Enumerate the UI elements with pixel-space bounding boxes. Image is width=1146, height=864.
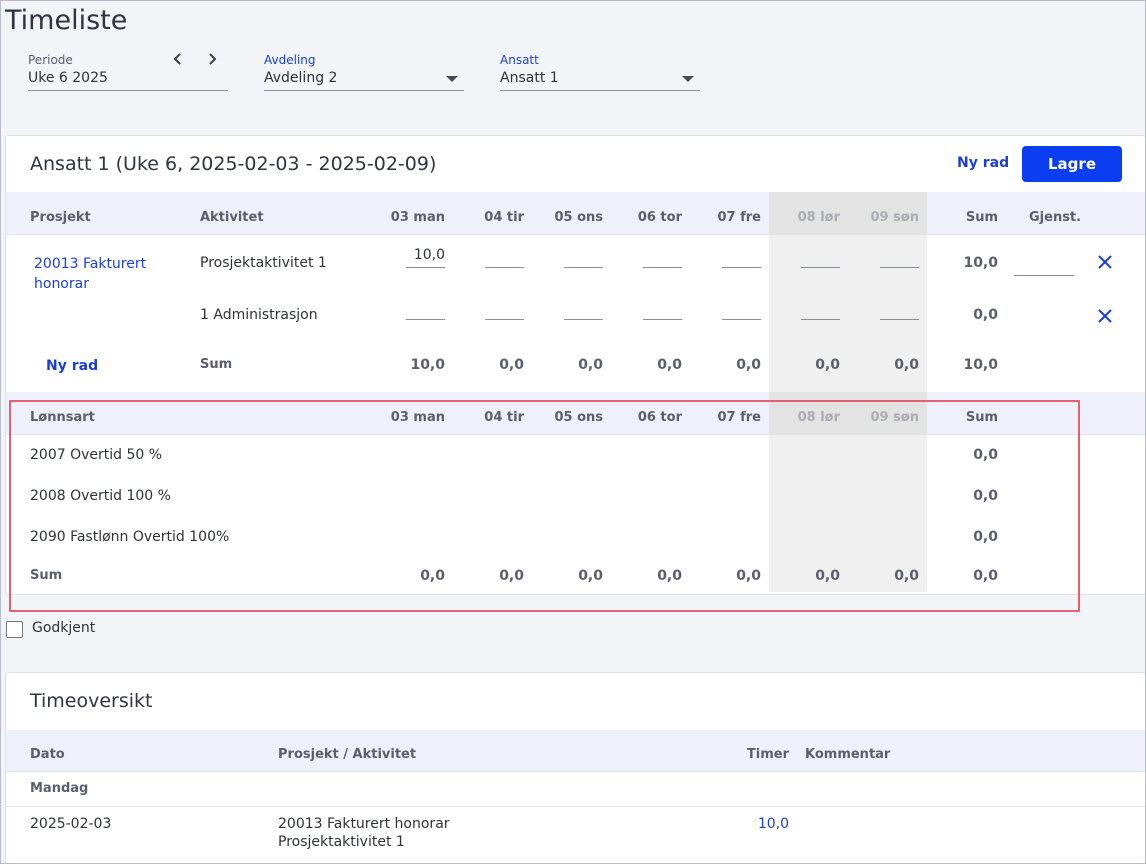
periode-underline <box>28 90 228 91</box>
ansatt-label: Ansatt <box>500 53 539 67</box>
hours-input[interactable] <box>643 267 682 268</box>
ansatt-select[interactable]: Ansatt 1 <box>500 70 559 86</box>
approved-label: Godkjent <box>32 620 96 636</box>
day-sum: 0,0 <box>894 357 919 373</box>
hours-input[interactable] <box>722 267 761 268</box>
overview-header <box>6 730 1145 772</box>
caret-down-icon[interactable] <box>682 76 694 82</box>
hours-input[interactable] <box>801 319 840 320</box>
hours-input[interactable] <box>564 319 603 320</box>
caret-down-icon[interactable] <box>446 76 458 82</box>
periode-value[interactable]: Uke 6 2025 <box>28 70 108 86</box>
overview-title: Timeoversikt <box>30 690 153 712</box>
row-sum: 0,0 <box>973 307 998 323</box>
col-hours: Timer <box>746 747 789 762</box>
hours-input[interactable] <box>564 267 603 268</box>
page-title: Timeliste <box>5 5 128 36</box>
day-sum: 0,0 <box>499 357 524 373</box>
total-sum: 10,0 <box>963 357 998 373</box>
col-remaining: Gjenst. <box>1029 210 1082 225</box>
avdeling-select[interactable]: Avdeling 2 <box>264 70 337 86</box>
day-group-label: Mandag <box>30 781 89 796</box>
new-row-button[interactable]: Ny rad <box>957 155 1009 171</box>
col-day: 07 fre <box>717 210 761 225</box>
highlight-box <box>9 400 1080 612</box>
approved-checkbox[interactable] <box>6 621 23 638</box>
project-link[interactable]: 20013 Fakturert honorar <box>34 254 174 294</box>
row-sum: 10,0 <box>963 255 998 271</box>
app-window: Timeliste Periode Uke 6 2025 Avdeling Av… <box>0 0 1146 864</box>
col-project: Prosjekt <box>30 210 91 225</box>
avdeling-label: Avdeling <box>264 53 316 67</box>
day-sum: 0,0 <box>657 357 682 373</box>
activity-name: 1 Administrasjon <box>200 307 318 323</box>
entry-activity: Prosjektaktivitet 1 <box>278 834 405 850</box>
overview-card: Timeoversikt Dato Prosjekt / Aktivitet T… <box>5 672 1145 863</box>
sum-label: Sum <box>200 357 233 372</box>
hours-input[interactable] <box>880 267 919 268</box>
activity-name: Prosjektaktivitet 1 <box>200 255 327 271</box>
hours-input[interactable] <box>801 267 840 268</box>
hours-input[interactable] <box>485 319 524 320</box>
hours-input[interactable] <box>880 319 919 320</box>
ansatt-underline <box>500 90 700 91</box>
hours-input[interactable]: 10,0 <box>406 247 445 263</box>
day-sum: 0,0 <box>736 357 761 373</box>
periode-label: Periode <box>28 53 73 67</box>
col-date: Dato <box>30 747 65 762</box>
hours-input[interactable] <box>485 267 524 268</box>
entry-date: 2025-02-03 <box>30 816 112 832</box>
new-row-link[interactable]: Ny rad <box>46 358 98 374</box>
save-button[interactable]: Lagre <box>1022 146 1122 182</box>
col-day-weekend: 08 lør <box>797 210 840 225</box>
col-activity: Aktivitet <box>200 210 264 225</box>
col-day: 04 tir <box>484 210 524 225</box>
col-project-activity: Prosjekt / Aktivitet <box>278 747 417 762</box>
col-day-weekend: 09 søn <box>870 210 919 225</box>
hours-input[interactable] <box>643 319 682 320</box>
timesheet-title: Ansatt 1 (Uke 6, 2025-02-03 - 2025-02-09… <box>30 153 437 175</box>
hours-input[interactable] <box>406 319 445 320</box>
close-icon[interactable] <box>1097 308 1113 328</box>
entry-hours-link[interactable]: 10,0 <box>719 816 789 832</box>
chevron-right-icon[interactable] <box>205 52 219 66</box>
chevron-left-icon[interactable] <box>171 52 185 66</box>
remaining-input[interactable] <box>1014 275 1074 276</box>
col-comment: Kommentar <box>805 747 891 762</box>
col-day: 05 ons <box>554 210 603 225</box>
col-day: 03 man <box>390 210 445 225</box>
day-sum: 0,0 <box>815 357 840 373</box>
col-day: 06 tor <box>637 210 682 225</box>
divider <box>6 806 1145 807</box>
hours-input-line[interactable] <box>406 267 445 268</box>
col-sum: Sum <box>965 210 998 225</box>
day-sum: 10,0 <box>410 357 445 373</box>
avdeling-underline <box>264 90 464 91</box>
close-icon[interactable] <box>1097 254 1113 274</box>
entry-project: 20013 Fakturert honorar <box>278 816 450 832</box>
hours-input[interactable] <box>722 319 761 320</box>
day-sum: 0,0 <box>578 357 603 373</box>
